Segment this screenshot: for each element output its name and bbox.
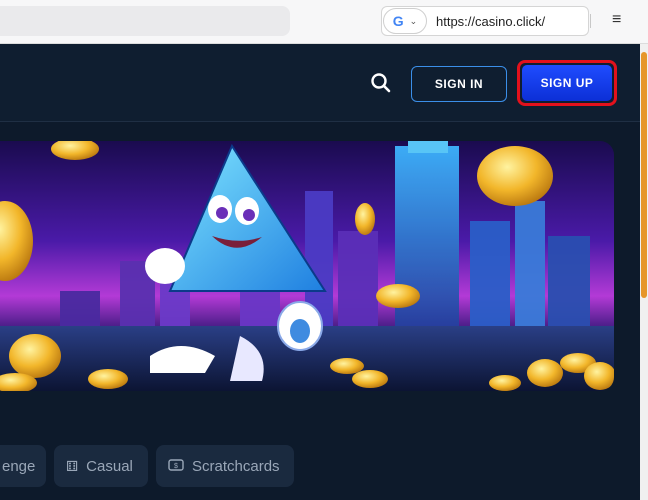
browser-tab-strip[interactable] (0, 6, 290, 36)
dice-icon: ⚅ (66, 457, 79, 474)
google-icon: G (392, 13, 404, 29)
toolbar-divider (590, 14, 591, 28)
svg-text:$: $ (174, 463, 178, 470)
scrollbar-thumb[interactable] (641, 52, 647, 298)
hamburger-menu-icon[interactable]: ≡ (612, 12, 621, 28)
category-label: Casual (86, 457, 133, 475)
category-chip-scratchcards[interactable]: $ Scratchcards (156, 445, 294, 487)
promo-banner[interactable] (0, 141, 614, 391)
category-chip-challenge[interactable]: enge (0, 445, 46, 487)
ticket-icon: $ (168, 458, 184, 474)
sign-up-button[interactable]: SIGN UP (522, 65, 612, 101)
category-label: Scratchcards (192, 457, 280, 475)
browser-toolbar: G ⌄ https://casino.click/ ≡ (0, 0, 648, 44)
category-label: enge (2, 457, 36, 475)
chevron-down-icon: ⌄ (409, 15, 418, 26)
search-engine-button[interactable]: G ⌄ (383, 8, 427, 34)
search-icon[interactable] (368, 70, 394, 96)
category-chip-casual[interactable]: ⚅ Casual (54, 445, 148, 487)
url-text[interactable]: https://casino.click/ (436, 14, 545, 29)
sign-in-button[interactable]: SIGN IN (411, 66, 507, 102)
